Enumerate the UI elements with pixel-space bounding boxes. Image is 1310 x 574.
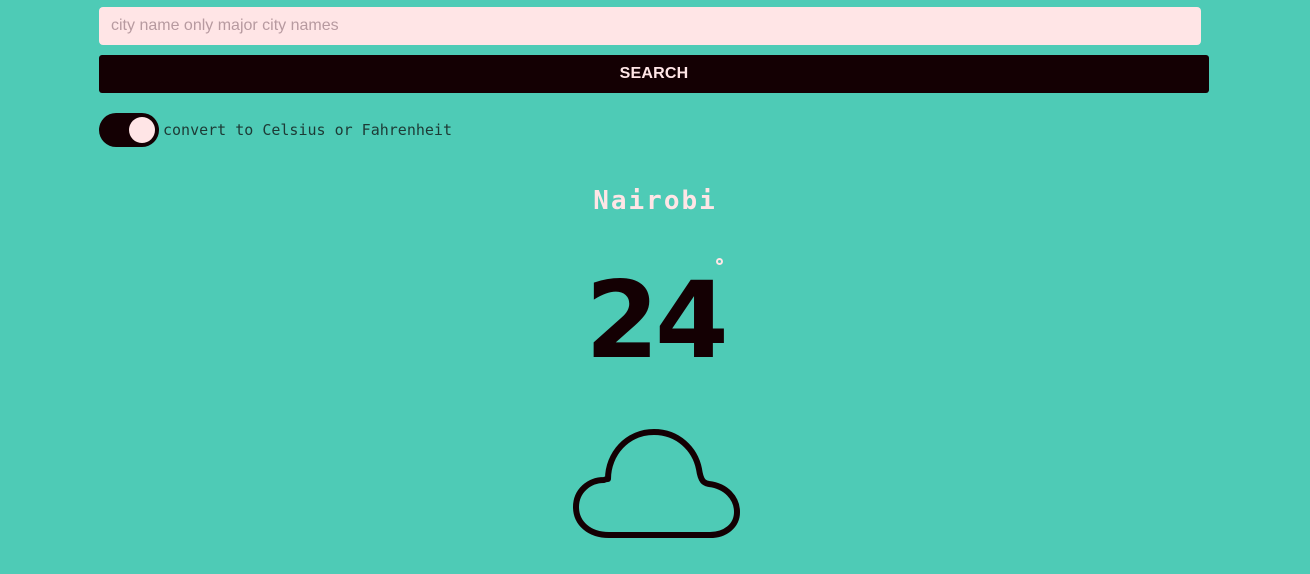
unit-toggle-row: convert to Celsius or Fahrenheit [99,113,452,147]
search-button[interactable]: SEARCH [99,55,1209,93]
temperature-value: 24 [585,259,729,382]
cloud-icon [573,429,740,538]
city-search-input[interactable] [99,7,1201,45]
unit-toggle-switch[interactable] [99,113,159,147]
weather-app: SEARCH convert to Celsius or Fahrenheit … [0,0,1310,574]
toggle-knob [129,117,155,143]
unit-toggle-label: convert to Celsius or Fahrenheit [163,121,452,139]
city-name: Nairobi [593,186,717,216]
degree-symbol-icon [716,258,723,265]
